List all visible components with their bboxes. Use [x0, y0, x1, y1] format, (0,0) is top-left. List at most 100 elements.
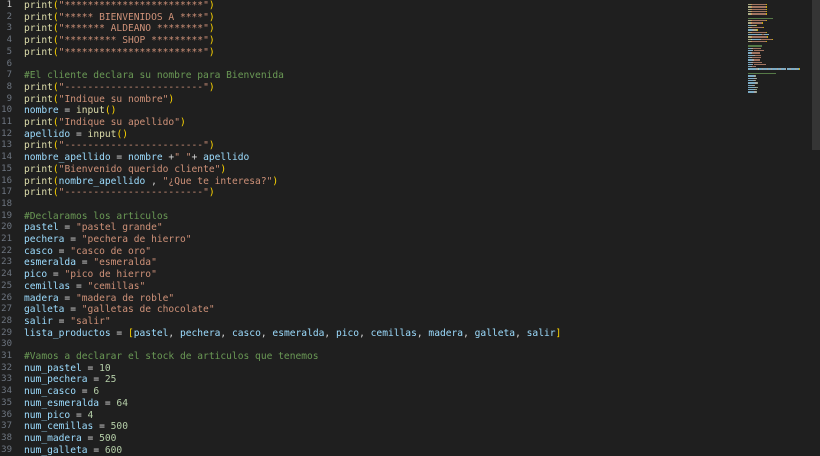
minimap-token — [765, 33, 770, 36]
minimap-token — [754, 59, 760, 61]
code-token: print — [24, 140, 53, 152]
code-line[interactable]: 39 num_galleta = 600 — [0, 445, 740, 456]
code-line[interactable]: 35 num_esmeralda = 64 — [0, 398, 740, 410]
minimap[interactable] — [748, 0, 812, 453]
code-token: = — [47, 269, 65, 281]
code-line[interactable]: 34 num_casco = 6 — [0, 386, 740, 398]
line-number: 11 — [1, 117, 12, 127]
code-line[interactable]: 20 pastel = "pastel grande" — [0, 222, 740, 234]
code-token: ) — [208, 140, 215, 152]
code-line[interactable]: 38 num_madera = 500 — [0, 433, 740, 445]
code-token: = — [75, 386, 94, 398]
code-token: print — [24, 93, 53, 105]
code-token: pico — [24, 269, 48, 281]
code-line[interactable]: 12 apellido = input() — [0, 129, 740, 141]
minimap-token — [751, 38, 760, 40]
code-token: 25 — [104, 374, 117, 386]
code-line[interactable]: 36 num_pico = 4 — [0, 410, 740, 422]
code-token: "************************" — [58, 0, 209, 11]
code-token: casco — [24, 245, 53, 257]
code-token: pastel — [24, 222, 59, 234]
code-line[interactable]: 11 print("Indique su apellido") — [0, 117, 740, 129]
code-line[interactable]: 37 num_cemillas = 500 — [0, 421, 740, 433]
code-line[interactable]: 23 esmeralda = "esmeralda" — [0, 257, 740, 269]
minimap-token — [748, 45, 762, 47]
code-token: "pechera de hierro" — [81, 234, 192, 245]
code-line[interactable]: 1 print("************************") — [0, 0, 740, 12]
line-code: print("Bienvenido querido cliente") — [24, 164, 226, 176]
code-token: ) — [208, 81, 215, 93]
code-token: #Declaramos los articulos — [24, 210, 169, 222]
code-token: = — [93, 421, 111, 433]
code-line[interactable]: 14 nombre_apellido = nombre +" "+ apellid… — [0, 152, 740, 164]
code-line[interactable]: 2 print("***** BIENVENIDOS A ****") — [0, 12, 740, 24]
code-token: "¿Que te interesa?" — [162, 175, 273, 187]
minimap-token — [754, 54, 761, 56]
code-token: lista_productos — [24, 327, 111, 339]
line-number: 31 — [1, 351, 12, 361]
code-token: "esmeralda" — [93, 257, 157, 269]
code-token: print — [24, 163, 53, 175]
code-token: pechera — [24, 234, 65, 245]
code-token: esmeralda — [272, 327, 325, 339]
minimap-token — [751, 8, 766, 10]
code-line[interactable]: 10 nombre = input() — [0, 105, 740, 117]
minimap-token — [765, 4, 767, 6]
minimap-token — [753, 50, 764, 52]
code-token: print — [24, 23, 53, 35]
line-number: 33 — [1, 374, 12, 385]
line-number: 12 — [1, 128, 12, 139]
scrollbar-thumb[interactable] — [812, 0, 820, 150]
code-token: pico — [335, 327, 360, 339]
code-line[interactable]: 9 print("Indique su nombre") — [0, 94, 740, 106]
minimap-token — [751, 13, 766, 15]
code-token: = — [87, 444, 105, 456]
code-token: ) — [168, 93, 175, 105]
minimap-token — [748, 82, 756, 84]
code-line[interactable]: 8 print("------------------------") — [0, 82, 740, 94]
code-line[interactable]: 4 print("********* SHOP *********") — [0, 35, 740, 47]
line-code: num_madera = 500 — [24, 433, 116, 445]
code-line[interactable]: 22 casco = "casco de oro" — [0, 246, 740, 258]
code-line[interactable]: 7 #El cliente declara su nombre para Bien… — [0, 70, 740, 82]
minimap-token — [752, 66, 757, 68]
code-line[interactable]: 6 — [0, 59, 740, 71]
minimap-token — [771, 38, 773, 40]
code-line[interactable]: 3 print("******* ALDEANO ********") — [0, 23, 740, 35]
line-number: 34 — [1, 386, 12, 397]
code-line[interactable]: 26 madera = "madera de roble" — [0, 293, 740, 305]
code-token: = — [70, 409, 88, 421]
minimap-token — [765, 20, 767, 22]
code-line[interactable]: 17 print("------------------------") — [0, 187, 740, 199]
code-line[interactable]: 25 cemillas = "cemillas" — [0, 281, 740, 293]
code-line[interactable]: 16 print(nombre_apellido , "¿Que te inter… — [0, 176, 740, 188]
line-number: 4 — [6, 35, 12, 46]
code-token: = — [58, 105, 76, 117]
minimap-token — [766, 36, 768, 38]
code-line[interactable]: 18 — [0, 199, 740, 211]
minimap-token — [765, 31, 767, 33]
line-code: num_casco = 6 — [24, 386, 99, 398]
code-editor[interactable]: 1 print("************************") 2 print… — [0, 0, 740, 456]
minimap-token — [761, 38, 772, 40]
code-line[interactable]: 15 print("Bienvenido querido cliente") — [0, 164, 740, 176]
minimap-token — [765, 13, 767, 15]
code-line[interactable]: 24 pico = "pico de hierro" — [0, 269, 740, 281]
minimap-token — [751, 10, 766, 13]
code-line[interactable]: 31 #Vamos a declarar el stock de articulo… — [0, 351, 740, 363]
code-line[interactable]: 21 pechera = "pechera de hierro" — [0, 234, 740, 246]
code-line[interactable]: 29 lista_productos = [pastel, pechera, ca… — [0, 328, 740, 340]
minimap-token — [755, 91, 758, 93]
code-line[interactable]: 27 galleta = "galletas de chocolate" — [0, 304, 740, 316]
code-line[interactable]: 5 print("************************") — [0, 47, 740, 59]
minimap-token — [748, 68, 757, 70]
minimap-token — [748, 33, 757, 36]
minimap-token — [751, 36, 767, 38]
line-code: print("******* ALDEANO ********") — [24, 23, 215, 35]
code-line[interactable]: 32 num_pastel = 10 — [0, 363, 740, 375]
code-line[interactable]: 28 salir = "salir" — [0, 316, 740, 328]
code-line[interactable]: 13 print("------------------------") — [0, 140, 740, 152]
code-line[interactable]: 19 #Declaramos los articulos — [0, 211, 740, 223]
code-line[interactable]: 30 — [0, 339, 740, 351]
code-line[interactable]: 33 num_pechera = 25 — [0, 374, 740, 386]
